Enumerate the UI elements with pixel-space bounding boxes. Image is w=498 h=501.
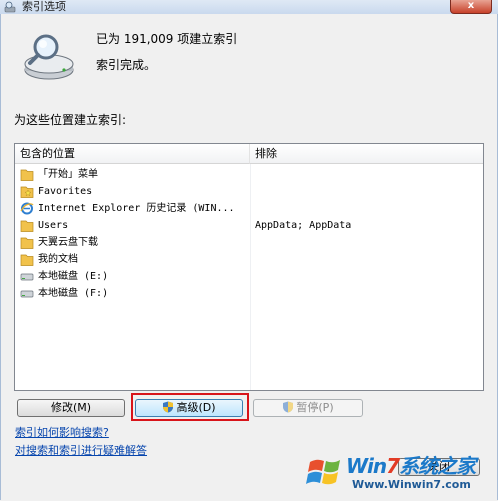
location-name: Favorites xyxy=(38,186,93,197)
watermark-url: Www.Winwin7.com xyxy=(352,478,471,491)
drive-icon xyxy=(20,273,34,281)
watermark-brand-prefix: Win xyxy=(346,454,387,478)
locations-section-label: 为这些位置建立索引: xyxy=(14,113,127,127)
site-watermark: Win7系统之家 Www.Winwin7.com xyxy=(300,446,498,501)
folder-icon xyxy=(20,237,34,249)
location-name: Internet Explorer 历史记录 (WIN... xyxy=(38,203,235,214)
pause-button-label: 暂停(P) xyxy=(296,401,334,414)
folder-icon xyxy=(20,220,34,232)
modify-button[interactable]: 修改(M) xyxy=(17,399,125,417)
column-header-included[interactable]: 包含的位置 xyxy=(15,144,250,164)
indexed-item-count: 已为 191,009 项建立索引 xyxy=(96,32,238,46)
indexing-status: 索引完成。 xyxy=(96,58,157,72)
window-close-button[interactable]: x xyxy=(450,0,492,14)
drive-icon xyxy=(20,290,34,298)
uac-shield-icon xyxy=(283,401,294,413)
indexing-options-icon xyxy=(4,1,16,13)
watermark-brand-seven: 7 xyxy=(386,454,400,478)
folder-icon xyxy=(20,254,34,266)
annotation-highlight-box xyxy=(131,393,249,421)
location-name: 「开始」菜单 xyxy=(38,169,98,180)
watermark-brand: Win7系统之家 xyxy=(346,450,476,479)
folder-icon xyxy=(20,169,34,181)
location-name: 本地磁盘 (F:) xyxy=(38,288,109,299)
troubleshoot-search-link[interactable]: 对搜索和索引进行疑难解答 xyxy=(15,442,147,458)
location-name: 我的文档 xyxy=(38,254,78,265)
location-name: Users xyxy=(38,220,69,231)
indexer-drive-magnifier-icon xyxy=(24,34,74,80)
windows-logo-icon xyxy=(306,459,340,485)
location-exclusions: AppData; AppData xyxy=(255,220,352,231)
title-bar: 索引选项 x xyxy=(0,0,498,15)
window-title: 索引选项 xyxy=(22,0,66,13)
location-name: 本地磁盘 (E:) xyxy=(38,271,109,282)
column-divider xyxy=(250,164,251,390)
how-indexing-affects-search-link[interactable]: 索引如何影响搜索? xyxy=(15,424,109,440)
location-name: 天翼云盘下载 xyxy=(38,237,98,248)
internet-explorer-icon xyxy=(20,202,34,215)
watermark-brand-suffix: 系统之家 xyxy=(399,454,476,478)
favorites-folder-icon xyxy=(20,186,34,198)
column-header-excluded[interactable]: 排除 xyxy=(250,144,483,164)
pause-button[interactable]: 暂停(P) xyxy=(253,399,363,417)
indexed-locations-list[interactable]: 包含的位置 排除 「开始」菜单 Favorites Internet Explo… xyxy=(14,143,484,391)
